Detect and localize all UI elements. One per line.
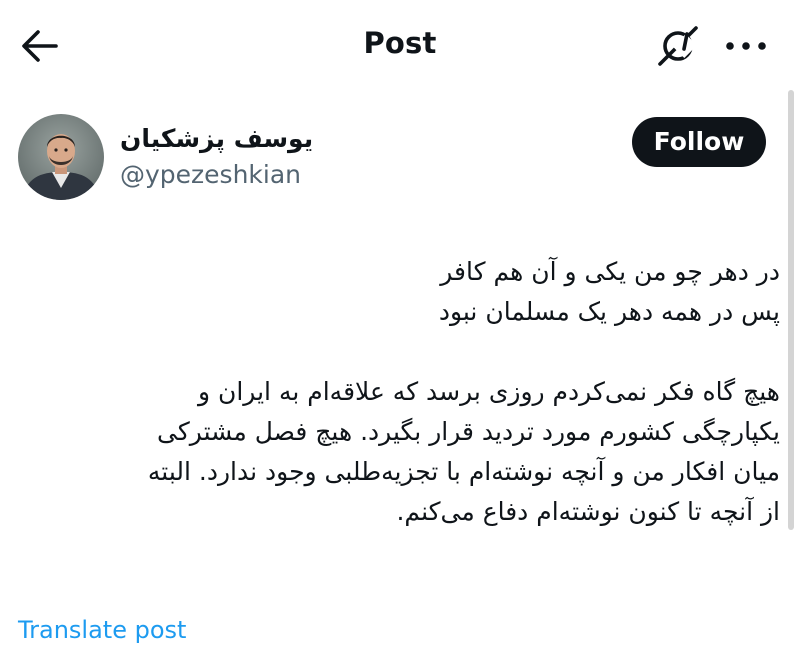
- tweet-line: در دهر چو من یکی و آن هم کافر: [440, 257, 780, 286]
- grok-button[interactable]: [654, 22, 702, 70]
- avatar[interactable]: [18, 114, 104, 200]
- tweet-line: میان افکار من و آنچه نوشته‌ام با تجزیه‌ط…: [147, 457, 780, 486]
- tweet-line: یکپارچگی کشورم مورد تردید قرار بگیرد. هی…: [157, 417, 780, 446]
- follow-button[interactable]: Follow: [632, 117, 766, 167]
- profile-photo: [18, 114, 104, 200]
- post-header: Post: [0, 0, 800, 92]
- tweet-line: پس در همه دهر یک مسلمان نبود: [438, 297, 780, 326]
- translate-post-link[interactable]: Translate post: [18, 616, 186, 644]
- tweet-line: از آنچه تا کنون نوشته‌ام دفاع می‌کنم.: [396, 497, 780, 526]
- more-horizontal-icon: [726, 42, 766, 50]
- tweet-text: در دهر چو من یکی و آن هم کافر پس در همه …: [30, 252, 780, 532]
- tweet-line: هیچ گاه فکر نمی‌کردم روزی برسد که علاقه‌…: [197, 377, 780, 406]
- author-name[interactable]: یوسف پزشکیان: [120, 124, 313, 153]
- more-options-button[interactable]: [716, 22, 776, 70]
- scrollbar[interactable]: [788, 90, 794, 530]
- grok-icon: [658, 26, 698, 66]
- author-handle[interactable]: @ypezeshkian: [120, 160, 301, 189]
